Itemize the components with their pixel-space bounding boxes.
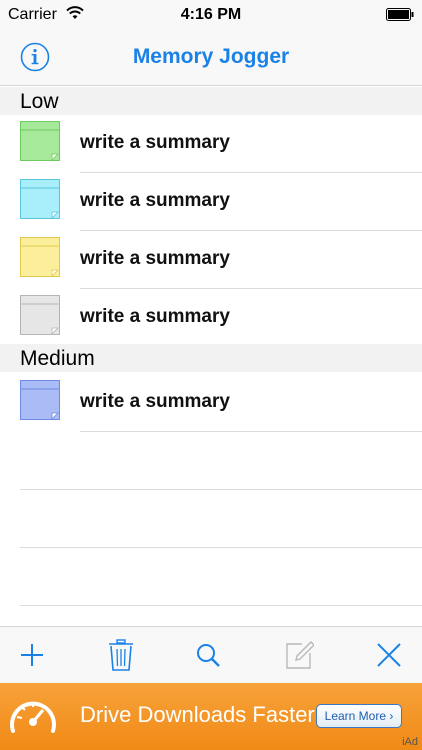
- section-header-medium: Medium: [0, 344, 422, 372]
- list-item[interactable]: write a summary: [0, 289, 422, 347]
- divider: [20, 547, 422, 548]
- speedometer-icon: [8, 693, 58, 746]
- list-item[interactable]: write a summary: [0, 115, 422, 173]
- trash-icon[interactable]: [103, 637, 139, 673]
- navigation-bar: Memory Jogger: [0, 30, 422, 86]
- learn-more-button[interactable]: Learn More ›: [316, 704, 402, 728]
- section-header-low: Low: [0, 87, 422, 115]
- item-label: write a summary: [80, 391, 230, 412]
- divider: [20, 605, 422, 606]
- bottom-toolbar: [0, 626, 422, 683]
- note-icon: [20, 295, 60, 340]
- clock-label: 4:16 PM: [180, 6, 242, 23]
- status-bar: Carrier 4:16 PM: [0, 0, 422, 30]
- item-label: write a summary: [80, 190, 230, 211]
- list-item[interactable]: write a summary: [0, 374, 422, 432]
- item-label: write a summary: [80, 306, 230, 327]
- page-title: Memory Jogger: [132, 45, 290, 68]
- note-icon: [20, 179, 60, 224]
- compose-icon[interactable]: [281, 637, 317, 673]
- battery-icon: [386, 8, 414, 26]
- ad-headline: Drive Downloads Faster: [80, 702, 315, 727]
- search-icon[interactable]: [190, 637, 226, 673]
- item-label: write a summary: [80, 132, 230, 153]
- note-icon: [20, 380, 60, 425]
- note-icon: [20, 121, 60, 166]
- iad-badge: iAd: [402, 736, 418, 748]
- note-icon: [20, 237, 60, 282]
- chevron-right-icon: ›: [389, 709, 394, 723]
- list-item[interactable]: write a summary: [0, 173, 422, 231]
- divider: [20, 489, 422, 490]
- learn-more-label: Learn More: [324, 709, 387, 723]
- list-item[interactable]: write a summary: [0, 231, 422, 289]
- add-icon[interactable]: [14, 637, 50, 673]
- divider: [80, 431, 422, 432]
- item-label: write a summary: [80, 248, 230, 269]
- ad-banner[interactable]: Drive Downloads Faster Learn More › iAd: [0, 683, 422, 750]
- close-icon[interactable]: [371, 637, 407, 673]
